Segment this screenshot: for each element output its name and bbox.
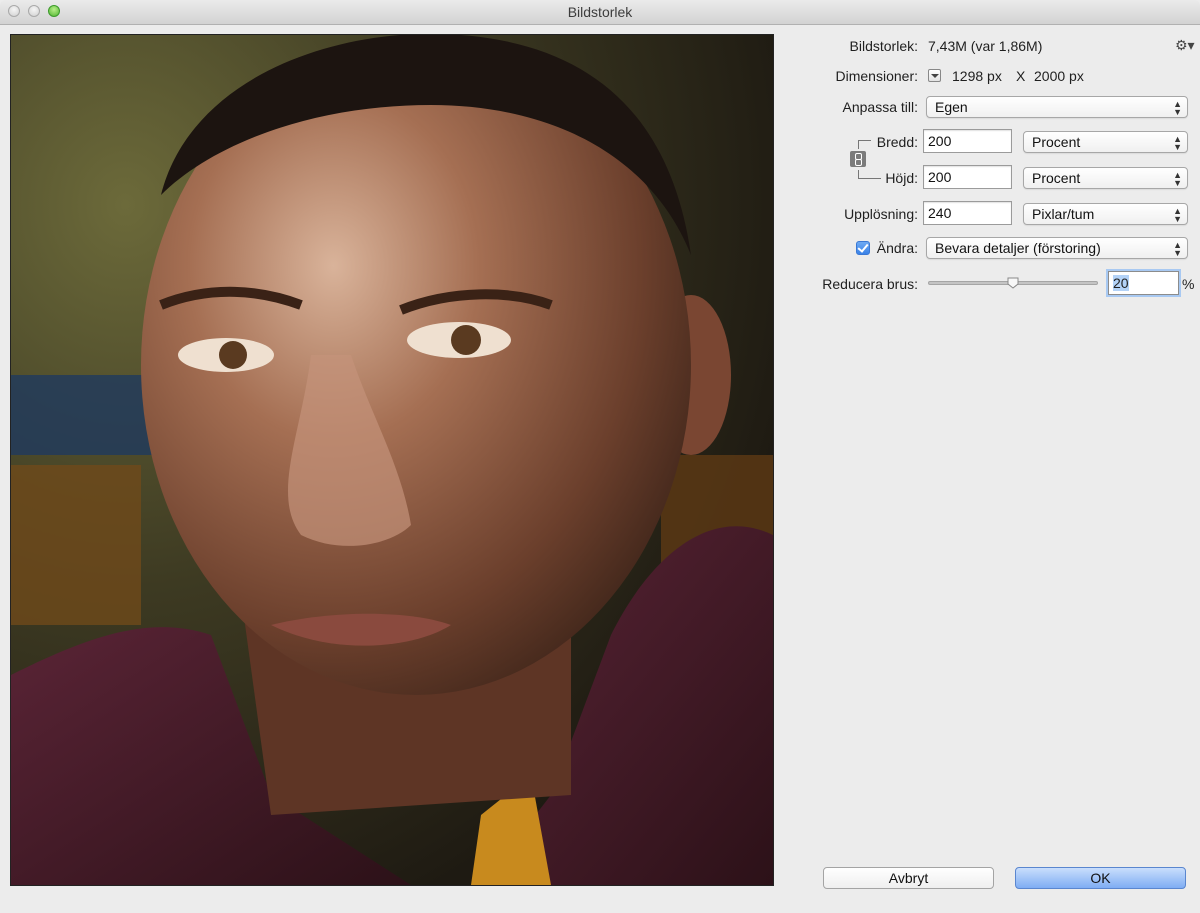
chain-link-icon[interactable] xyxy=(850,151,866,167)
dimensions-width: 1298 px xyxy=(952,68,1002,84)
noise-unit: % xyxy=(1182,276,1195,292)
width-label: Bredd: xyxy=(876,134,918,150)
cancel-button[interactable]: Avbryt xyxy=(823,867,994,889)
resolution-input[interactable]: 240 xyxy=(923,201,1012,225)
fit-to-value: Egen xyxy=(935,99,968,115)
dropdown-triangle-icon[interactable] xyxy=(928,69,941,82)
image-preview[interactable] xyxy=(10,34,774,886)
noise-input[interactable]: 20 xyxy=(1108,271,1179,295)
noise-label: Reducera brus: xyxy=(822,276,918,292)
width-unit-select[interactable]: Procent ▲ ▼ xyxy=(1023,131,1188,153)
width-unit-value: Procent xyxy=(1032,134,1081,150)
image-size-label: Bildstorlek: xyxy=(849,38,918,54)
ok-button[interactable]: OK xyxy=(1015,867,1186,889)
window-title: Bildstorlek xyxy=(567,4,633,20)
title-bar: Bildstorlek xyxy=(0,0,1200,25)
height-input[interactable]: 200 xyxy=(923,165,1012,189)
height-unit-select[interactable]: Procent ▲ ▼ xyxy=(1023,167,1188,189)
select-arrows-icon: ▲ ▼ xyxy=(1173,240,1182,258)
select-arrows-icon: ▲ ▼ xyxy=(1173,134,1182,152)
select-arrows-icon: ▲ ▼ xyxy=(1173,170,1182,188)
resample-method-value: Bevara detaljer (förstoring) xyxy=(935,240,1101,256)
fit-to-select[interactable]: Egen ▲ ▼ xyxy=(926,96,1188,118)
resample-label: Ändra: xyxy=(876,240,918,256)
width-input[interactable]: 200 xyxy=(923,129,1012,153)
fit-to-label: Anpassa till: xyxy=(842,99,918,115)
height-label: Höjd: xyxy=(885,170,918,186)
noise-value: 20 xyxy=(1113,275,1129,291)
dimensions-separator: X xyxy=(1016,68,1026,84)
resolution-label: Upplösning: xyxy=(844,206,918,222)
resolution-unit-select[interactable]: Pixlar/tum ▲ ▼ xyxy=(1023,203,1188,225)
height-unit-value: Procent xyxy=(1032,170,1081,186)
gear-icon[interactable]: ⚙▾ xyxy=(1175,37,1195,54)
noise-slider-thumb[interactable] xyxy=(1007,277,1019,289)
resample-method-select[interactable]: Bevara detaljer (förstoring) ▲ ▼ xyxy=(926,237,1188,259)
select-arrows-icon: ▲ ▼ xyxy=(1173,99,1182,117)
select-arrows-icon: ▲ ▼ xyxy=(1173,206,1182,224)
resolution-unit-value: Pixlar/tum xyxy=(1032,206,1095,222)
dimensions-label: Dimensioner: xyxy=(835,68,918,84)
dimensions-height: 2000 px xyxy=(1034,68,1084,84)
image-size-value: 7,43M (var 1,86M) xyxy=(928,38,1043,54)
